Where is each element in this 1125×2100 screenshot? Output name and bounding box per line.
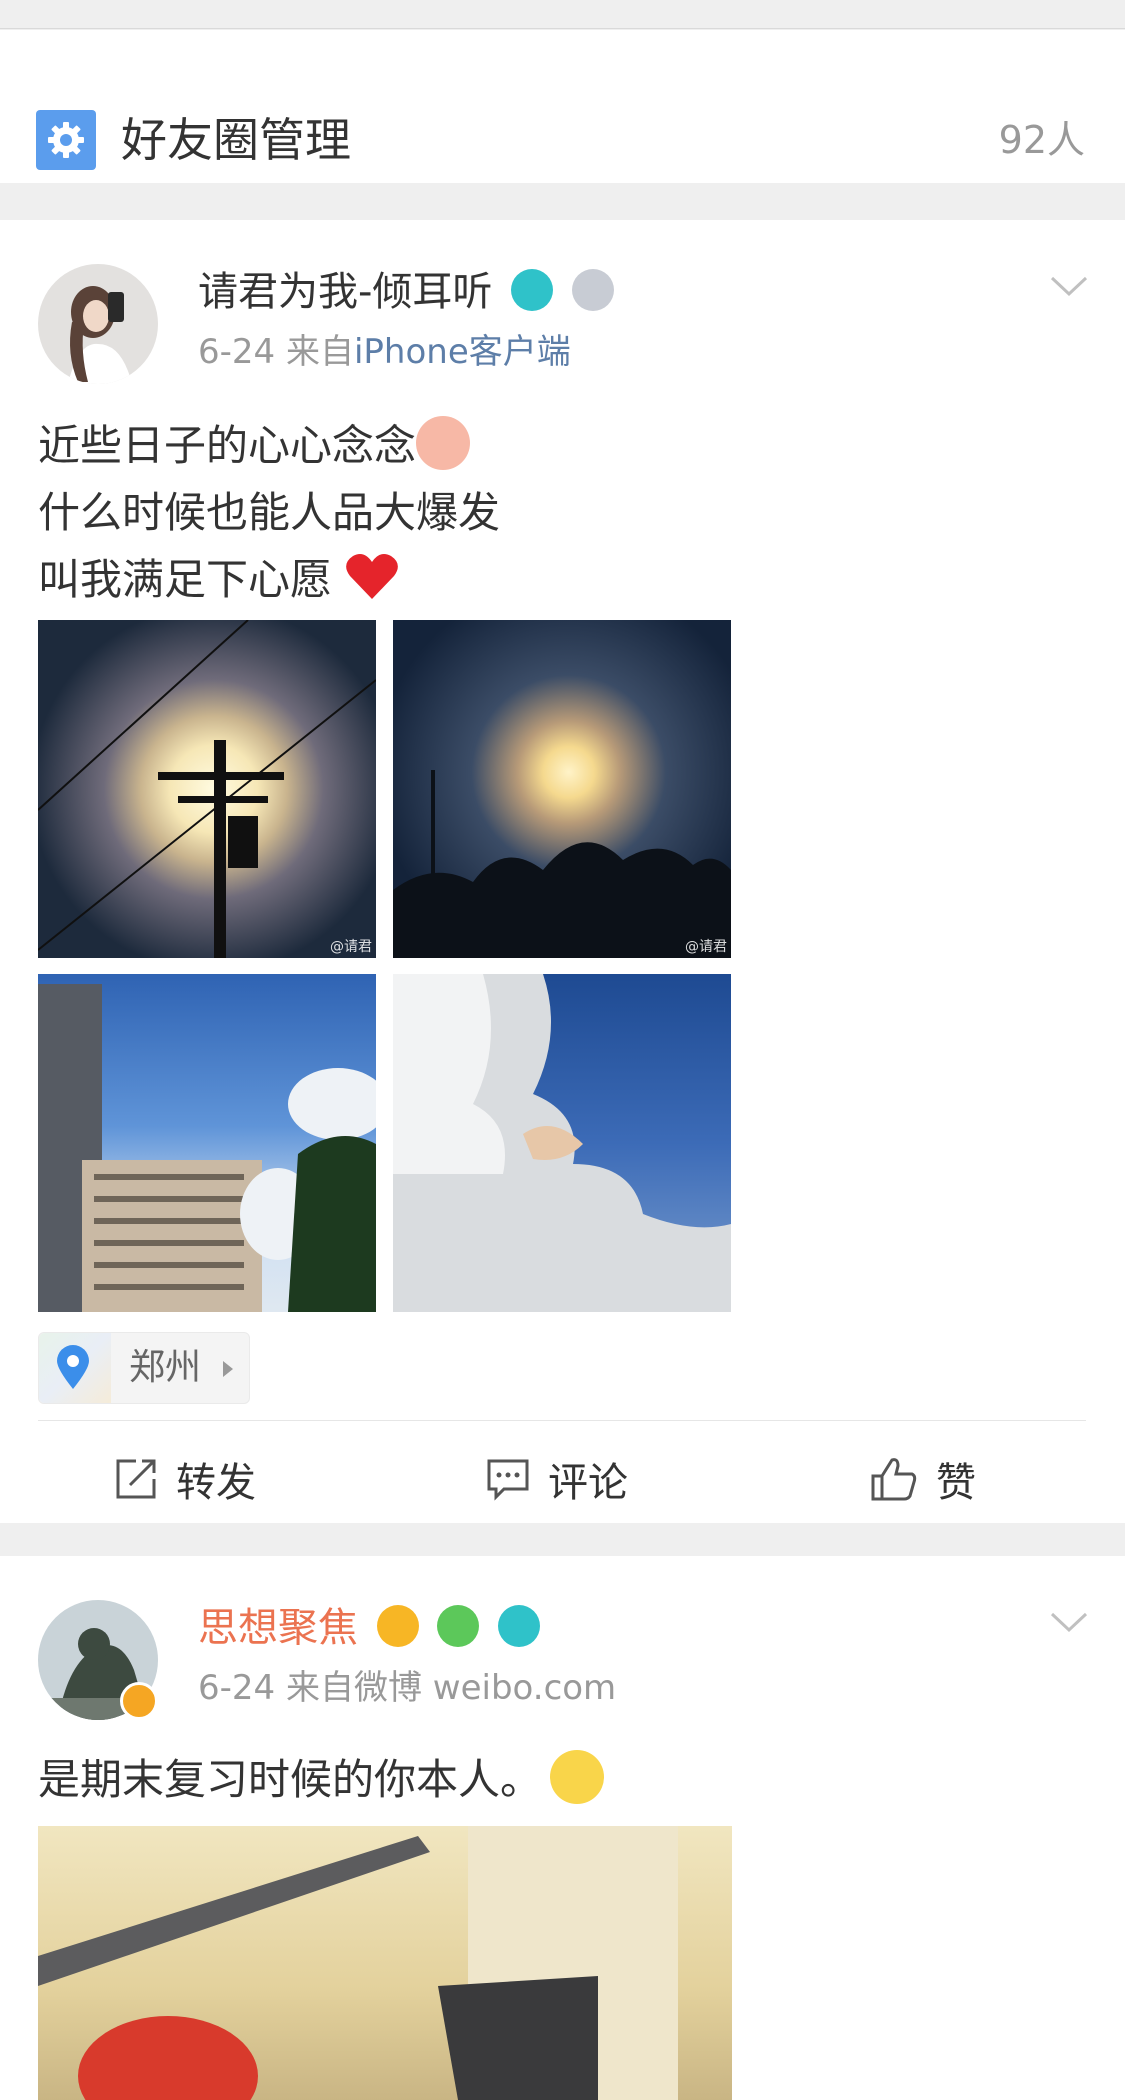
crown-badge-icon[interactable]	[376, 1605, 419, 1647]
text-line: 什么时候也能人品大爆发	[38, 488, 501, 537]
watermark-text: @请君	[330, 939, 372, 955]
member-count: 92人	[998, 118, 1085, 162]
post-card: 请君为我-倾耳听 6-24 来自iPhone客户端 近些日子的心心念念 什么时候…	[0, 220, 1125, 1523]
post-image-1[interactable]: @请君	[38, 620, 376, 958]
post-card: 思想聚焦 6-24 来自微博 weibo.com 是期末复习时候的你本人。	[0, 1556, 1125, 2100]
heart-emoji-icon	[332, 554, 399, 604]
post-image-3[interactable]	[38, 974, 376, 1312]
camera-badge-icon[interactable]	[511, 269, 554, 311]
repost-label: 转发	[176, 1460, 256, 1506]
avatar[interactable]	[38, 264, 158, 384]
post-username[interactable]: 思想聚焦	[198, 1600, 541, 1656]
source-prefix: 来自微博	[285, 1668, 422, 1708]
post-image-2[interactable]: @请君	[393, 620, 731, 958]
post-text: 是期末复习时候的你本人。	[38, 1746, 605, 1813]
username-text[interactable]: 请君为我-倾耳听	[198, 269, 492, 315]
friend-circle-manage-bar[interactable]: 好友圈管理 92人	[0, 30, 1125, 183]
divider	[38, 1420, 1086, 1421]
comment-icon	[487, 1459, 529, 1501]
post-meta: 6-24 来自iPhone客户端	[198, 328, 571, 376]
like-button[interactable]: 赞	[870, 1444, 976, 1514]
post-meta: 6-24 来自微博 weibo.com	[198, 1664, 616, 1712]
repost-icon	[116, 1459, 156, 1499]
comment-label: 评论	[548, 1460, 628, 1506]
chevron-down-icon[interactable]	[1049, 274, 1089, 298]
text-line-content: 是期末复习时候的你本人。	[38, 1755, 543, 1804]
cute-face-emoji-icon	[416, 416, 471, 470]
location-name: 郑州	[129, 1347, 202, 1388]
manage-title: 好友圈管理	[121, 113, 351, 167]
text-line-content: 近些日子的心心念念	[38, 421, 417, 470]
like-label: 赞	[936, 1460, 976, 1506]
chevron-right-icon	[223, 1361, 233, 1377]
thumbs-up-icon	[871, 1458, 917, 1501]
post-source[interactable]: iPhone客户端	[354, 332, 571, 372]
location-pin-icon	[57, 1345, 89, 1389]
camera-badge-icon[interactable]	[498, 1605, 541, 1647]
username-text[interactable]: 思想聚焦	[198, 1605, 358, 1651]
post-date: 6-24	[198, 332, 276, 372]
verified-v-icon	[120, 1682, 158, 1720]
dizzy-face-emoji-icon	[550, 1750, 605, 1804]
post-text: 近些日子的心心念念 什么时候也能人品大爆发 叫我满足下心愿	[38, 412, 500, 613]
post-image-4[interactable]	[393, 974, 731, 1312]
repost-button[interactable]: 转发	[114, 1444, 256, 1514]
watermark-text: @请君	[685, 939, 727, 955]
top-band	[0, 0, 1125, 29]
avatar[interactable]	[38, 1600, 158, 1720]
post-date: 6-24	[198, 1668, 276, 1708]
comment-button[interactable]: 评论	[486, 1444, 628, 1514]
chevron-down-icon[interactable]	[1049, 1610, 1089, 1634]
text-line-content: 叫我满足下心愿	[38, 555, 333, 604]
medal-badge-icon[interactable]	[571, 269, 614, 311]
post-source[interactable]: weibo.com	[433, 1668, 616, 1708]
post-username[interactable]: 请君为我-倾耳听	[198, 264, 614, 320]
source-prefix: 来自	[285, 332, 354, 372]
heart-badge-icon[interactable]	[437, 1605, 480, 1647]
post-image[interactable]	[38, 1826, 732, 2100]
text-line: 叫我满足下心愿	[38, 546, 500, 613]
location-tag[interactable]: 郑州	[38, 1332, 250, 1404]
gear-icon	[36, 110, 96, 170]
text-line: 近些日子的心心念念	[38, 412, 500, 479]
